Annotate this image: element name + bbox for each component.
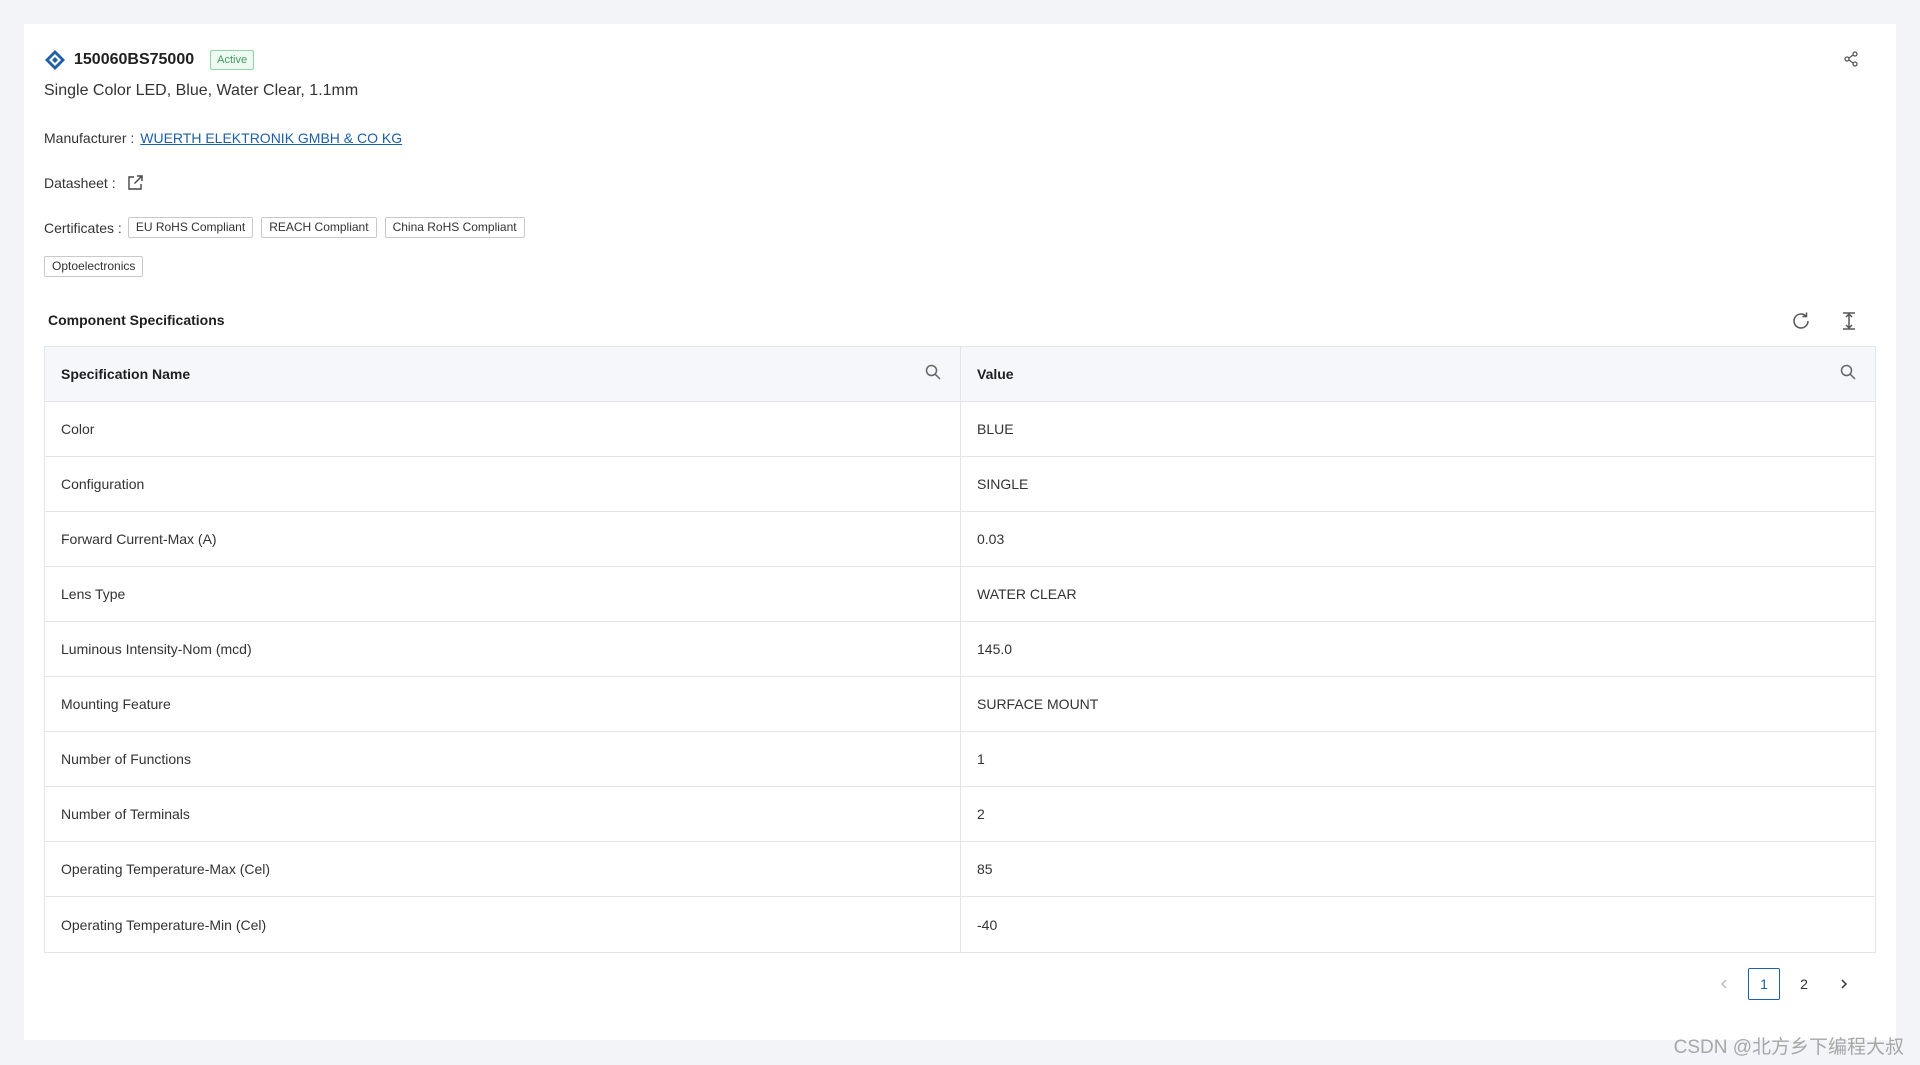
spec-name-cell: Color: [45, 402, 961, 456]
spec-value-cell: 0.03: [977, 531, 1005, 547]
spec-name-cell: Forward Current-Max (A): [45, 512, 961, 566]
certificates-line: Certificates : EU RoHS Compliant REACH C…: [44, 217, 533, 238]
search-icon[interactable]: [924, 363, 942, 381]
spec-name-cell: Operating Temperature-Max (Cel): [45, 842, 961, 896]
certificate-tag: China RoHS Compliant: [384, 217, 525, 238]
table-header-row: Specification Name Value: [45, 347, 1875, 402]
column-header-value: Value: [961, 347, 1875, 401]
refresh-icon[interactable]: [1790, 310, 1812, 332]
table-row: Color BLUE: [45, 402, 1875, 457]
certificates-label: Certificates :: [44, 219, 122, 236]
pagination: 1 2: [1708, 968, 1860, 1000]
spec-name-cell: Luminous Intensity-Nom (mcd): [45, 622, 961, 676]
manufacturer-label: Manufacturer :: [44, 130, 135, 146]
share-icon[interactable]: [1842, 50, 1860, 68]
table-row: Configuration SINGLE: [45, 457, 1875, 512]
manufacturer-link[interactable]: WUERTH ELEKTRONIK GMBH & CO KG: [140, 130, 402, 146]
table-row: Number of Terminals 2: [45, 787, 1875, 842]
spec-name-cell: Lens Type: [45, 567, 961, 621]
spec-value-cell: SURFACE MOUNT: [977, 696, 1099, 712]
page-button-2[interactable]: 2: [1788, 968, 1820, 1000]
watermark: CSDN @北方乡下编程大叔: [1673, 1037, 1904, 1058]
table-row: Luminous Intensity-Nom (mcd) 145.0: [45, 622, 1875, 677]
spec-value-cell: BLUE: [977, 421, 1014, 437]
page-button-1[interactable]: 1: [1748, 968, 1780, 1000]
spec-value-cell: 2: [977, 806, 985, 822]
spec-name-cell: Number of Terminals: [45, 787, 961, 841]
spec-name-cell: Operating Temperature-Min (Cel): [45, 897, 961, 952]
next-page-button[interactable]: [1828, 968, 1860, 1000]
spec-value-cell: SINGLE: [977, 476, 1029, 492]
external-link-icon[interactable]: [126, 174, 144, 192]
search-icon[interactable]: [1839, 363, 1857, 381]
section-title: Component Specifications: [48, 312, 225, 328]
manufacturer-line: Manufacturer : WUERTH ELEKTRONIK GMBH & …: [44, 130, 402, 146]
status-badge: Active: [210, 50, 255, 70]
component-detail-card: 150060BS75000 Active Single Color LED, B…: [24, 24, 1896, 1040]
certificate-tag: EU RoHS Compliant: [127, 217, 254, 238]
table-row: Operating Temperature-Max (Cel) 85: [45, 842, 1875, 897]
spec-name-cell: Configuration: [45, 457, 961, 511]
table-row: Lens Type WATER CLEAR: [45, 567, 1875, 622]
spec-value-cell: WATER CLEAR: [977, 586, 1077, 602]
column-header-spec-name: Specification Name: [45, 347, 961, 401]
spec-name-cell: Mounting Feature: [45, 677, 961, 731]
spec-value-cell: -40: [977, 916, 998, 933]
certificate-tag: REACH Compliant: [261, 217, 377, 238]
table-row: Operating Temperature-Min (Cel) -40: [45, 897, 1875, 952]
table-row: Mounting Feature SURFACE MOUNT: [45, 677, 1875, 732]
spec-value-cell: 85: [977, 861, 993, 877]
datasheet-line: Datasheet :: [44, 174, 144, 192]
table-body: Color BLUE Configuration SINGLE Forward Curr…: [45, 402, 1875, 952]
prev-page-button[interactable]: [1708, 968, 1740, 1000]
category-line: Optoelectronics: [44, 256, 151, 277]
table-row: Forward Current-Max (A) 0.03: [45, 512, 1875, 567]
spec-table: Specification Name Value Color BLUE Config…: [44, 346, 1876, 953]
column-header-label: Value: [977, 366, 1014, 382]
category-tag[interactable]: Optoelectronics: [44, 256, 144, 277]
column-header-label: Specification Name: [61, 366, 191, 382]
table-row: Number of Functions 1: [45, 732, 1875, 787]
part-description: Single Color LED, Blue, Water Clear, 1.1…: [44, 82, 359, 99]
column-height-icon[interactable]: [1838, 310, 1860, 332]
spec-name-cell: Number of Functions: [45, 732, 961, 786]
diamond-logo-icon: [44, 49, 66, 71]
spec-value-cell: 1: [977, 751, 985, 767]
part-number: 150060BS75000: [74, 51, 195, 68]
datasheet-label: Datasheet :: [44, 175, 116, 191]
header-row: 150060BS75000 Active: [44, 44, 255, 76]
spec-value-cell: 145.0: [977, 641, 1013, 657]
